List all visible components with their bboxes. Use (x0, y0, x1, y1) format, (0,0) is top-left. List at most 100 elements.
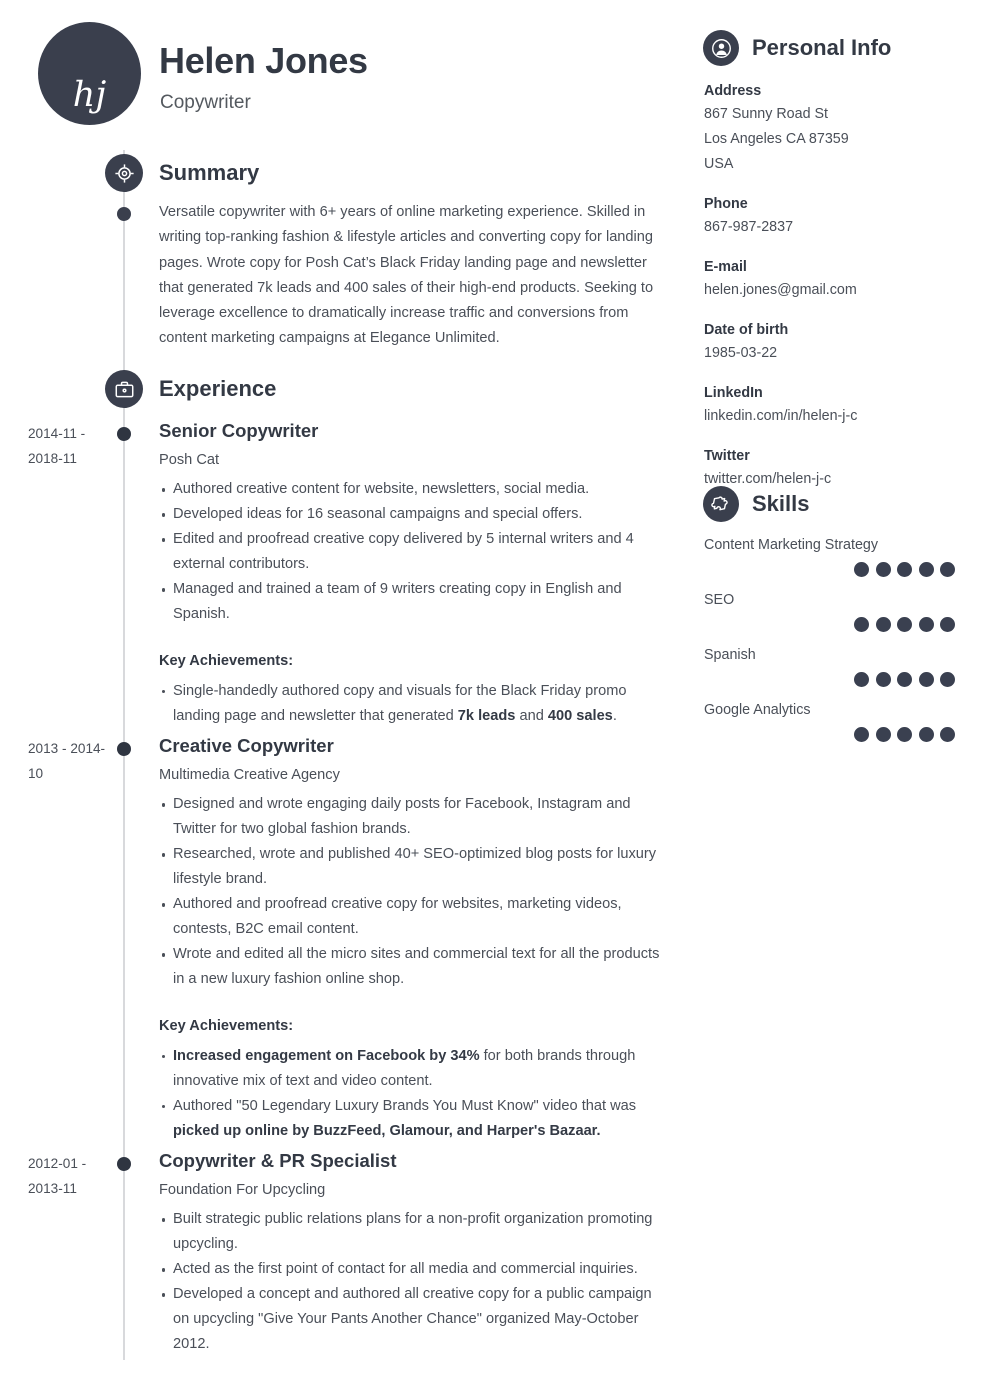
main-column: hj Helen Jones Copywriter Summary Versat… (0, 0, 690, 1400)
resume-page: hj Helen Jones Copywriter Summary Versat… (0, 0, 990, 1400)
skill-item: Content Marketing Strategy (704, 534, 984, 577)
info-label: Twitter (704, 448, 750, 464)
rating-dot (875, 727, 891, 742)
info-label: E-mail (704, 259, 747, 275)
puzzle-icon (703, 486, 739, 522)
skill-rating (704, 672, 984, 687)
rating-dot (940, 562, 955, 577)
info-label: Phone (704, 196, 748, 212)
skills-label: Skills (752, 491, 810, 516)
bullet-item: Acted as the first point of contact for … (159, 1257, 661, 1282)
rating-dot (940, 672, 955, 687)
rating-dot (854, 672, 869, 687)
job-body: Senior Copywriter Posh Cat Authored crea… (159, 420, 661, 729)
bullet-item: Authored creative content for website, n… (159, 477, 661, 502)
sidebar: Personal Info Address 867 Sunny Road St … (690, 0, 990, 1400)
key-achievements-label: Key Achievements: (159, 653, 294, 670)
bullet-item: Authored and proofread creative copy for… (159, 892, 661, 942)
rating-dot (875, 562, 891, 577)
rating-dot (897, 727, 912, 742)
info-field: Phone 867-987-2837 (704, 193, 984, 240)
rating-dot (918, 727, 934, 742)
info-field: Date of birth 1985-03-22 (704, 319, 984, 366)
rating-dot (875, 672, 891, 687)
skill-rating (704, 727, 984, 742)
job-dates: 2014-11 - 2018-11 (28, 426, 86, 466)
rating-dot (854, 727, 869, 742)
skill-name: SEO (704, 592, 735, 608)
info-value-email[interactable]: helen.jones@gmail.com (704, 278, 984, 303)
job-company: Foundation For Upcycling (159, 1182, 326, 1199)
skill-rating (704, 617, 984, 632)
info-value: 867 Sunny Road St (704, 106, 828, 122)
personal-info-label: Personal Info (752, 35, 892, 60)
info-value: 867-987-2837 (704, 219, 794, 235)
rating-dot (854, 617, 869, 632)
bullet-item: Edited and proofread creative copy deliv… (159, 527, 661, 577)
page-title: Helen Jones (159, 40, 368, 81)
bullet-item: Developed ideas for 16 seasonal campaign… (159, 502, 661, 527)
person-icon (703, 30, 739, 66)
info-label: Date of birth (704, 322, 789, 338)
rating-dot (918, 617, 934, 632)
job-bullet-list: Authored creative content for website, n… (159, 477, 661, 627)
target-icon (105, 154, 143, 192)
resume-header: hj Helen Jones Copywriter (0, 0, 690, 150)
skills-list: Content Marketing Strategy SEO Spanish G… (704, 534, 984, 754)
skills-heading: Skills (703, 486, 809, 522)
job-role: Senior Copywriter (159, 420, 319, 441)
skill-rating (704, 562, 984, 577)
bullet-item: Built strategic public relations plans f… (159, 1207, 661, 1257)
personal-info-heading: Personal Info (703, 30, 891, 66)
job-company: Posh Cat (159, 452, 220, 469)
bullet-item: Managed and trained a team of 9 writers … (159, 577, 661, 627)
job-dates: 2013 - 2014-10 (28, 741, 106, 781)
rating-dot (918, 672, 934, 687)
info-field: LinkedIn linkedin.com/in/helen-j-c (704, 382, 984, 429)
info-field: Address 867 Sunny Road St Los Angeles CA… (704, 80, 984, 177)
achievement-item: Increased engagement on Facebook by 34% … (159, 1044, 661, 1094)
skill-item: Google Analytics (704, 699, 984, 742)
key-achievements-label: Key Achievements: (159, 1018, 294, 1035)
job-role: Creative Copywriter (159, 735, 334, 756)
rating-dot (854, 562, 869, 577)
job-timeline-dot (117, 427, 131, 441)
rating-dot (897, 562, 912, 577)
skill-name: Content Marketing Strategy (704, 537, 879, 553)
experience-heading-label: Experience (159, 376, 277, 401)
avatar: hj (38, 22, 141, 125)
job-achievement-list: Increased engagement on Facebook by 34% … (159, 1044, 661, 1144)
info-value: Los Angeles CA 87359 (704, 131, 849, 147)
job-body: Creative Copywriter Multimedia Creative … (159, 735, 661, 1144)
summary-timeline-dot (117, 207, 131, 221)
info-value-linkedin[interactable]: linkedin.com/in/helen-j-c (704, 404, 984, 429)
job-timeline-dot (117, 742, 131, 756)
job-timeline-dot (117, 1157, 131, 1171)
summary-text: Versatile copywriter with 6+ years of on… (159, 204, 654, 347)
info-value: USA (704, 156, 734, 172)
job-role: Copywriter & PR Specialist (159, 1150, 397, 1171)
info-field: Twitter twitter.com/helen-j-c (704, 445, 984, 492)
personal-info-list: Address 867 Sunny Road St Los Angeles CA… (704, 80, 984, 508)
rating-dot (918, 562, 934, 577)
skill-name: Spanish (704, 647, 756, 663)
info-label: LinkedIn (704, 385, 763, 401)
info-field: E-mail helen.jones@gmail.com (704, 256, 984, 303)
job-achievement-list: Single-handedly authored copy and visual… (159, 679, 661, 729)
job-company: Multimedia Creative Agency (159, 767, 340, 784)
achievement-item: Authored "50 Legendary Luxury Brands You… (159, 1094, 661, 1144)
job-dates: 2012-01 - 2013-11 (28, 1156, 87, 1196)
skill-item: SEO (704, 589, 984, 632)
avatar-monogram: hj (72, 75, 107, 115)
skill-name: Google Analytics (704, 702, 811, 718)
skill-item: Spanish (704, 644, 984, 687)
bullet-item: Wrote and edited all the micro sites and… (159, 942, 661, 992)
job-title-subtitle: Copywriter (160, 92, 251, 113)
bullet-item: Developed a concept and authored all cre… (159, 1282, 661, 1357)
bullet-item: Designed and wrote engaging daily posts … (159, 792, 661, 842)
summary-heading-label: Summary (159, 160, 260, 185)
briefcase-icon (105, 370, 143, 408)
achievement-item: Single-handedly authored copy and visual… (159, 679, 661, 729)
info-value: 1985-03-22 (704, 345, 778, 361)
rating-dot (875, 617, 891, 632)
